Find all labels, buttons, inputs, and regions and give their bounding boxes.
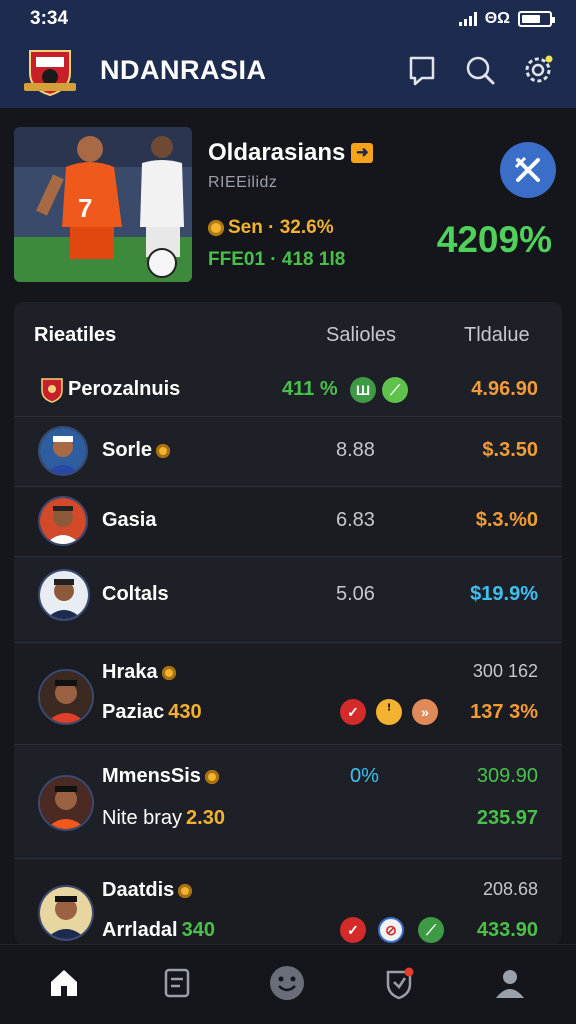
row-mid-value: 8.88 (336, 439, 375, 461)
ban-icon[interactable]: ⊘ (378, 917, 404, 943)
smiley-icon[interactable] (267, 963, 307, 1003)
table-row[interactable]: Hraka Paziac 430 300 162 ✓ ꜝ » 137 3% (14, 642, 562, 744)
check-icon[interactable]: ✓ (340, 917, 366, 943)
featured-title: Oldarasians ➜ (208, 139, 374, 167)
row-value: 4.96.90 (471, 378, 538, 400)
table-row[interactable]: Daatdis Arrladal 340 208.68 ✓ ⊘ ⟋ 433.90 (14, 858, 562, 944)
row-value: 137 3% (470, 701, 538, 723)
status-time: 3:34 (30, 8, 69, 29)
table-row[interactable]: Sorle 8.88 $.3.50 (14, 416, 562, 486)
hero-action-button[interactable] (500, 142, 556, 198)
row-subname: Paziac 430 (102, 701, 202, 723)
svg-text:7: 7 (78, 193, 92, 223)
avatar (38, 569, 90, 621)
home-icon[interactable] (44, 963, 84, 1003)
table-row[interactable]: Gasia 6.83 $.3.%0 (14, 486, 562, 556)
carrier-label: ΘΩ (484, 10, 510, 27)
featured-stat-primary: Sen · 32.6% (208, 217, 334, 239)
row-name: Sorle (102, 439, 171, 462)
row-value: 235.97 (476, 807, 538, 829)
row-mid-value: 0% (350, 765, 379, 787)
check-icon[interactable]: ✓ (340, 699, 366, 725)
avatar (38, 669, 94, 725)
status-bar: 3:34 ΘΩ (0, 0, 576, 38)
featured-subtitle: RIEEilidz (208, 174, 278, 191)
coin-icon (208, 220, 224, 236)
bookmark-icon[interactable] (406, 54, 438, 86)
forward-icon[interactable]: » (412, 699, 438, 725)
arrow-badge-icon: ➜ (351, 143, 374, 163)
row-name: Hraka (102, 661, 176, 684)
table-row[interactable]: Perozalnuis 411 % Ш ⟋ 4.96.90 (14, 364, 562, 416)
row-name: Gasia (102, 509, 157, 531)
column-header-value[interactable]: Tldalue (464, 324, 530, 347)
app-title: NDANRASIA (100, 55, 267, 85)
avatar (38, 885, 94, 941)
bottom-navigation (0, 944, 576, 1024)
table-row[interactable]: Coltals 5.06 $19.9% (14, 556, 562, 642)
gear-icon[interactable] (522, 54, 554, 86)
row-top-value: 300 162 (472, 661, 538, 681)
table-row[interactable]: MmensSis Nite bray 2.30 0% 309.90 235.97 (14, 744, 562, 858)
slash-icon[interactable]: ⟋ (418, 917, 444, 943)
row-name: Coltals (102, 583, 169, 605)
check-icon[interactable]: ⟋ (382, 377, 408, 403)
battery-icon (518, 11, 555, 27)
profile-icon[interactable] (490, 963, 530, 1003)
row-mid-value: 411 % (282, 378, 338, 400)
row-mid-value: 6.83 (336, 509, 375, 531)
row-top-value: 208.68 (482, 879, 538, 899)
shield-notify-icon[interactable] (379, 963, 419, 1003)
row-name: Daatdis (102, 879, 193, 902)
column-header-name[interactable]: Rieatiles (34, 324, 116, 347)
signal-icon (458, 12, 477, 26)
avatar (38, 775, 94, 831)
row-value: $.3.%0 (475, 509, 538, 531)
featured-stat-secondary: FFE01 · 418 1l8 (208, 249, 346, 270)
featured-percent: 4209% (436, 219, 552, 260)
medal-icon (178, 883, 193, 898)
column-header-salioles[interactable]: Salioles (326, 324, 396, 347)
document-icon[interactable] (157, 963, 197, 1003)
search-icon[interactable] (464, 54, 496, 86)
row-value: 433.90 (476, 919, 538, 941)
crossed-tools-icon (514, 156, 540, 182)
row-name: MmensSis (102, 765, 219, 788)
stats-icon[interactable]: Ш (350, 377, 376, 403)
row-subname: Arrladal 340 (102, 919, 215, 941)
row-subname: Nite bray 2.30 (102, 807, 225, 829)
medal-icon (204, 769, 219, 784)
row-top-value: 309.90 (476, 765, 538, 787)
featured-player-card[interactable]: 7 Oldarasians ➜ RIEEilidz Sen · 32.6% FF… (14, 127, 562, 285)
club-crest-icon[interactable] (22, 45, 78, 97)
avatar (38, 426, 88, 476)
player-stats-table: Rieatiles Salioles Tldalue Perozalnuis 4… (14, 302, 562, 944)
match-photo: 7 (14, 127, 192, 282)
medal-icon (156, 443, 171, 458)
row-value: $19.9% (470, 583, 538, 605)
row-value: $.3.50 (482, 439, 538, 461)
avatar (38, 496, 88, 546)
medal-icon (161, 665, 176, 680)
team-crest-icon (40, 377, 64, 403)
row-name: Perozalnuis (68, 378, 181, 400)
row-mid-value: 5.06 (336, 583, 375, 605)
app-header: 3:34 ΘΩ NDANRASIA (0, 0, 576, 108)
alert-icon[interactable]: ꜝ (376, 699, 402, 725)
